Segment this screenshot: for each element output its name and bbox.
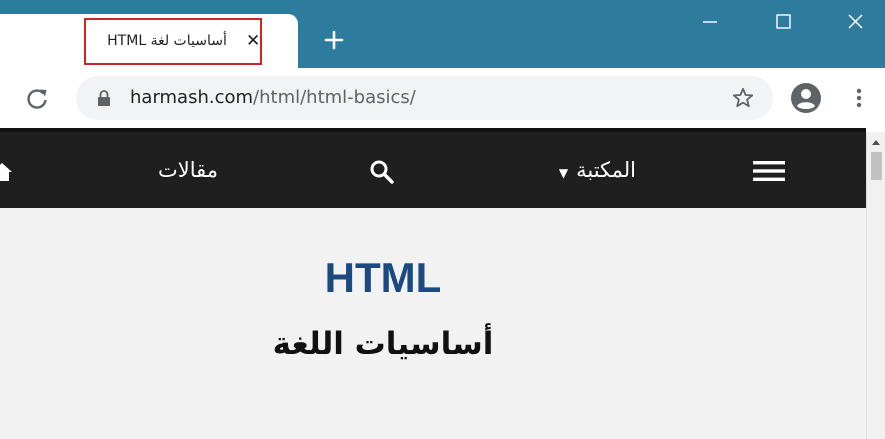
close-icon (848, 14, 863, 29)
search-icon (370, 160, 394, 184)
reload-button[interactable] (22, 84, 52, 114)
dropdown-caret-icon: ▼ (558, 166, 569, 180)
site-navbar: مقالات المكتبة ▼ (0, 132, 866, 208)
home-icon (0, 163, 12, 181)
star-icon[interactable] (731, 86, 755, 110)
profile-button[interactable] (790, 82, 822, 114)
nav-library-label: المكتبة (576, 158, 636, 182)
tab-close-button[interactable]: ✕ (246, 20, 260, 63)
hamburger-icon (753, 161, 785, 181)
url-path: /html/html-basics/ (253, 87, 416, 108)
tab-title[interactable]: أساسيات لغة HTML (86, 20, 248, 63)
scrollbar-thumb[interactable] (871, 152, 882, 180)
account-icon (791, 83, 821, 113)
page-title: HTML (324, 254, 442, 301)
new-tab-button[interactable] (318, 24, 350, 56)
lock-icon (98, 90, 110, 106)
browser-tab[interactable]: أساسيات لغة HTML ✕ (0, 14, 298, 68)
minimize-icon (703, 21, 717, 23)
maximize-icon (776, 14, 791, 29)
browser-menu-button[interactable] (850, 82, 868, 114)
browser-toolbar: harmash.com/html/html-basics/ (0, 68, 885, 128)
url-text[interactable]: harmash.com/html/html-basics/ (130, 76, 416, 120)
url-host: harmash.com (130, 87, 254, 108)
scroll-up-arrow-icon[interactable] (872, 140, 880, 145)
minimize-button[interactable] (679, 0, 741, 44)
vertical-scrollbar[interactable] (866, 132, 885, 439)
page-content: HTML أساسيات اللغة (0, 208, 866, 439)
nav-menu-button[interactable] (752, 158, 786, 184)
nav-search-button[interactable] (368, 158, 396, 186)
plus-icon (324, 30, 344, 50)
page-subtitle: أساسيات اللغة (272, 326, 494, 362)
home-link[interactable] (0, 162, 12, 182)
tab-highlight-box: أساسيات لغة HTML ✕ (84, 18, 262, 65)
nav-library-dropdown[interactable]: المكتبة ▼ (526, 132, 636, 208)
reload-icon (27, 89, 47, 109)
browser-title-bar: أساسيات لغة HTML ✕ (0, 0, 885, 68)
kebab-menu-icon (856, 88, 862, 108)
nav-articles-link[interactable]: مقالات (138, 132, 238, 208)
window-close-button[interactable] (824, 0, 885, 44)
maximize-button[interactable] (752, 0, 814, 44)
address-bar[interactable]: harmash.com/html/html-basics/ (76, 76, 773, 120)
